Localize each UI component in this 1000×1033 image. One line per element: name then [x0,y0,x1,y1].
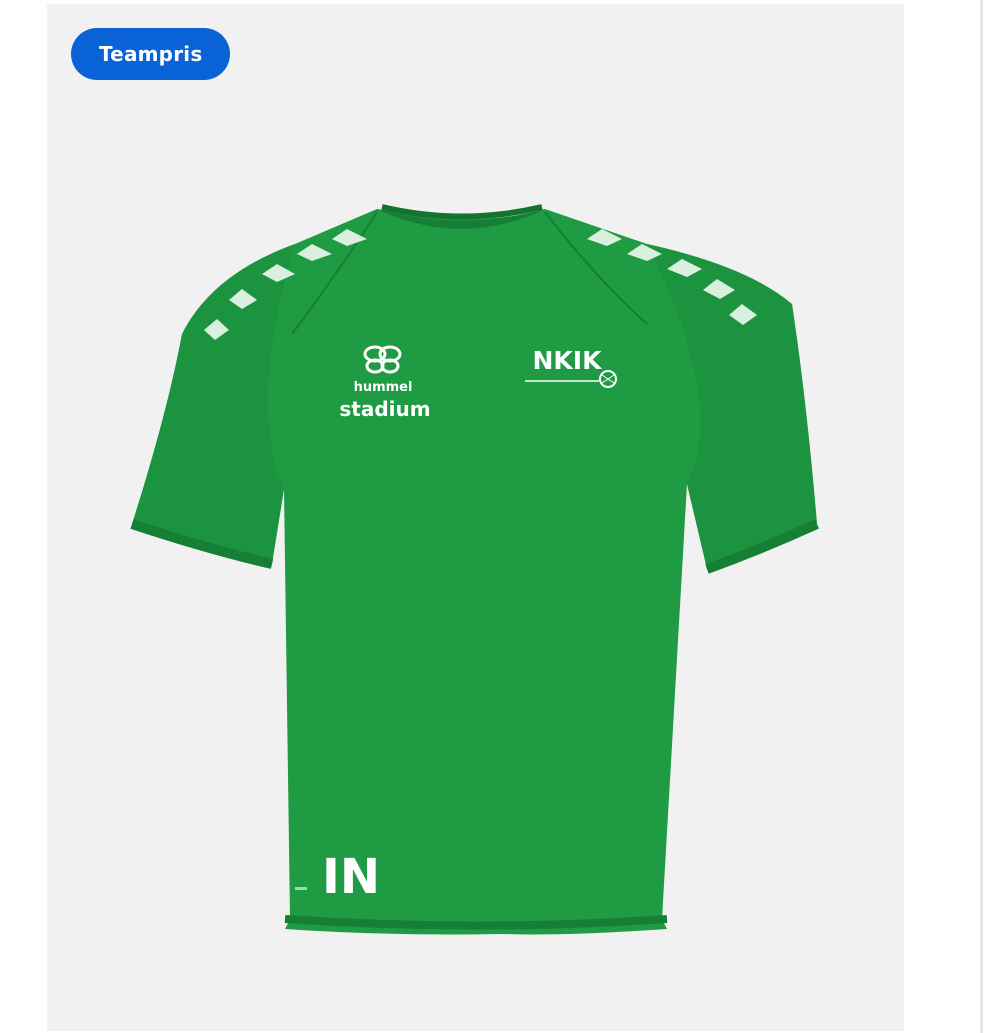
product-card[interactable]: hummel stadium NKIK IN Teampris [47,4,904,1031]
team-price-badge: Teampris [71,28,231,80]
divider [980,0,983,1033]
brand-logo-text: hummel [354,380,413,395]
product-image[interactable]: hummel stadium NKIK IN [47,4,904,1031]
club-logo-text: NKIK [533,346,604,375]
sponsor-logo-text: stadium [339,397,430,421]
initials-print: IN [322,849,380,905]
